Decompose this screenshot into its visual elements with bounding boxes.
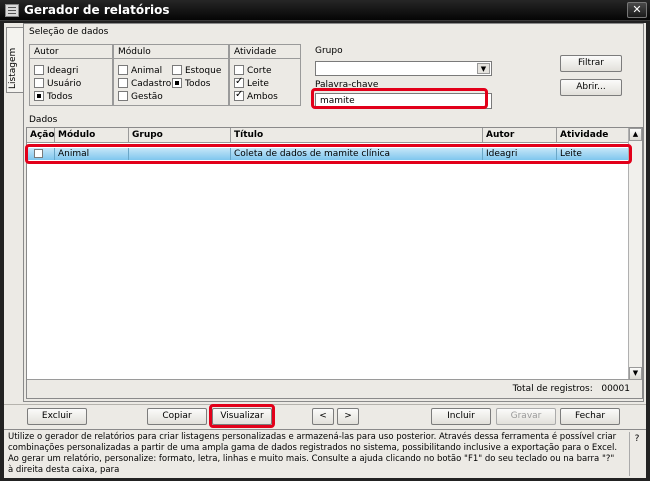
main-panel: Seleção de dados Autor Ideagri Usuário T… — [23, 23, 644, 402]
row-grupo — [129, 148, 231, 160]
window-title: Gerador de relatórios — [24, 3, 170, 17]
help-panel: Utilize o gerador de relatórios para cri… — [4, 429, 646, 478]
atividade-header: Atividade — [230, 45, 300, 59]
divider — [4, 404, 646, 405]
abrir-button[interactable]: Abrir... — [560, 79, 622, 96]
window-frame: Listagem Seleção de dados Autor Ideagri … — [0, 21, 650, 481]
row-modulo: Animal — [55, 148, 129, 160]
checkbox[interactable] — [234, 76, 244, 88]
copiar-button[interactable]: Copiar — [147, 408, 207, 425]
grid-header: Ação Módulo Grupo Título Autor Atividade — [27, 128, 629, 143]
checkbox[interactable] — [172, 65, 182, 75]
atividade-option-corte[interactable]: Corte — [234, 65, 272, 76]
column-grupo[interactable]: Grupo — [129, 128, 231, 143]
title-bar: Gerador de relatórios ✕ — [0, 0, 650, 21]
autor-option-ideagri[interactable]: Ideagri — [34, 65, 78, 76]
checkbox[interactable] — [34, 149, 43, 158]
list-window-icon — [5, 4, 19, 17]
help-icon[interactable]: ? — [629, 432, 644, 476]
grupo-label: Grupo — [315, 46, 343, 56]
autor-option-usuario[interactable]: Usuário — [34, 78, 81, 89]
close-button[interactable]: ✕ — [627, 2, 647, 18]
previous-button[interactable]: < — [312, 408, 334, 425]
checkbox[interactable] — [118, 65, 128, 75]
modulo-option-todos[interactable]: Todos — [172, 78, 210, 89]
column-acao[interactable]: Ação — [27, 128, 55, 143]
selection-label: Seleção de dados — [29, 27, 109, 37]
fechar-button[interactable]: Fechar — [560, 408, 620, 425]
column-modulo[interactable]: Módulo — [55, 128, 129, 143]
vertical-scrollbar[interactable]: ▲ ▼ — [628, 128, 642, 380]
modulo-header: Módulo — [114, 45, 228, 59]
visualizar-button[interactable]: Visualizar — [212, 408, 272, 425]
checkbox[interactable] — [34, 78, 44, 88]
filtrar-button[interactable]: Filtrar — [560, 55, 622, 72]
atividade-option-ambos[interactable]: Ambos — [234, 89, 278, 102]
atividade-box: Atividade Corte Leite Ambos — [229, 44, 301, 106]
checkbox[interactable] — [118, 91, 128, 101]
modulo-option-gestao[interactable]: Gestão — [118, 91, 163, 102]
table-row[interactable]: Animal Coleta de dados de mamite clínica… — [28, 148, 629, 160]
row-titulo: Coleta de dados de mamite clínica — [231, 148, 483, 160]
row-atividade: Leite — [560, 149, 582, 159]
total-records-value: 00001 — [601, 384, 630, 394]
keyword-label: Palavra-chave — [315, 80, 379, 90]
incluir-button[interactable]: Incluir — [431, 408, 491, 425]
autor-option-todos[interactable]: Todos — [34, 91, 72, 102]
grid-footer: Total de registros: 00001 — [27, 379, 642, 398]
help-text: Utilize o gerador de relatórios para cri… — [8, 432, 618, 475]
atividade-option-leite[interactable]: Leite — [234, 76, 269, 89]
data-grid: Ação Módulo Grupo Título Autor Atividade… — [26, 127, 643, 399]
checkbox[interactable] — [234, 65, 244, 75]
total-records: Total de registros: 00001 — [512, 384, 630, 394]
next-button[interactable]: > — [337, 408, 359, 425]
modulo-option-estoque[interactable]: Estoque — [172, 65, 221, 76]
modulo-option-cadastro[interactable]: Cadastro — [118, 78, 171, 89]
column-titulo[interactable]: Título — [231, 128, 483, 143]
row-autor: Ideagri — [483, 148, 557, 160]
gravar-button[interactable]: Gravar — [496, 408, 556, 425]
window-client: Listagem Seleção de dados Autor Ideagri … — [4, 23, 646, 478]
row-acao[interactable] — [28, 148, 55, 160]
modulo-option-animal[interactable]: Animal — [118, 65, 162, 76]
tab-listagem-label: Listagem — [8, 47, 18, 89]
tab-listagem[interactable]: Listagem — [6, 27, 23, 93]
column-autor[interactable]: Autor — [483, 128, 557, 143]
modulo-box: Módulo Animal Estoque Cadastro Todos Ges… — [113, 44, 229, 106]
column-atividade[interactable]: Atividade — [557, 128, 629, 143]
chevron-down-icon[interactable]: ▼ — [477, 63, 490, 74]
data-label: Dados — [29, 115, 58, 125]
checkbox[interactable] — [234, 89, 244, 101]
autor-box: Autor Ideagri Usuário Todos — [29, 44, 113, 106]
checkbox[interactable] — [34, 91, 44, 101]
checkbox[interactable] — [172, 78, 182, 88]
scroll-up-icon[interactable]: ▲ — [629, 128, 642, 141]
excluir-button[interactable]: Excluir — [27, 408, 87, 425]
autor-header: Autor — [30, 45, 112, 59]
checkbox[interactable] — [34, 65, 44, 75]
grupo-select[interactable]: ▼ — [315, 61, 492, 76]
keyword-input[interactable]: mamite — [315, 93, 492, 109]
checkbox[interactable] — [118, 78, 128, 88]
